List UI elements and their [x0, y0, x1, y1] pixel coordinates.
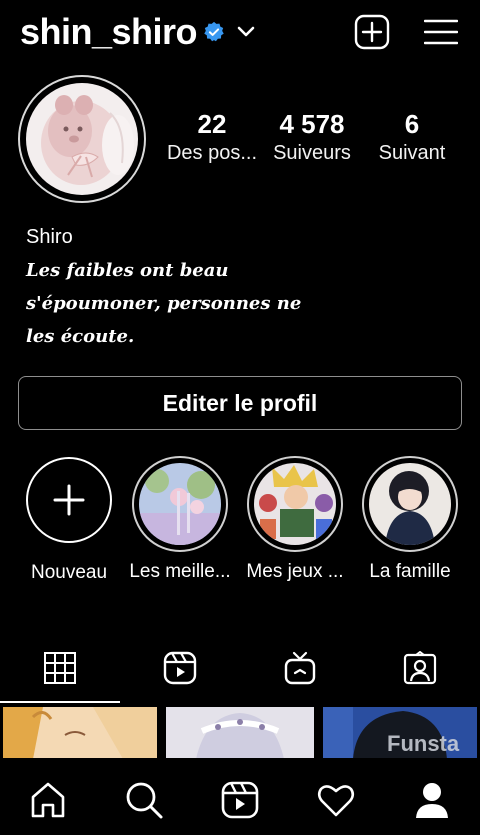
- add-post-icon[interactable]: [354, 14, 390, 50]
- avatar[interactable]: [26, 83, 138, 195]
- bio-line: Les faibles ont beau: [26, 260, 229, 281]
- highlight-thumbnail: [139, 463, 221, 545]
- tagged-icon[interactable]: [403, 651, 437, 685]
- highlight-thumbnail: [369, 463, 451, 545]
- bio-line: s'époumoner, personnes ne: [26, 293, 302, 314]
- edit-profile-button[interactable]: Editer le profil: [18, 376, 462, 430]
- add-highlight-circle[interactable]: [26, 457, 112, 543]
- posts-stat[interactable]: 22 Des pos...: [162, 108, 262, 166]
- highlight-label: Mes jeux ...: [246, 561, 344, 582]
- active-tab-indicator: [0, 701, 120, 703]
- highlight-label: La famille: [369, 561, 451, 582]
- menu-icon[interactable]: [424, 18, 458, 46]
- verified-badge-icon: [204, 21, 224, 42]
- search-icon[interactable]: [124, 780, 164, 820]
- plus-icon: [53, 484, 85, 516]
- post-thumbnail[interactable]: [3, 707, 157, 759]
- post-thumbnail[interactable]: Funsta: [323, 707, 477, 759]
- highlight-label: Nouveau: [30, 562, 108, 583]
- chevron-down-icon[interactable]: [236, 22, 256, 42]
- highlight-thumbnail: [254, 463, 336, 545]
- highlight-item[interactable]: [362, 456, 458, 552]
- highlight-item[interactable]: [247, 456, 343, 552]
- bio-line: les écoute.: [26, 326, 135, 347]
- profile-icon[interactable]: [412, 780, 452, 820]
- highlight-new[interactable]: [26, 457, 112, 543]
- grid-icon[interactable]: [43, 651, 77, 685]
- profile-name: Shiro: [26, 226, 73, 248]
- posts-count: 22: [197, 109, 227, 139]
- followers-count: 4 578: [279, 109, 345, 139]
- heart-icon[interactable]: [316, 780, 356, 820]
- reels-nav-icon[interactable]: [220, 780, 260, 820]
- username[interactable]: shin_shiro: [20, 10, 198, 54]
- highlight-label: Les meille...: [129, 561, 231, 582]
- reels-icon[interactable]: [163, 651, 197, 685]
- following-count: 6: [404, 109, 420, 139]
- profile-bio: Les faibles ont beau s'époumoner, person…: [26, 254, 326, 353]
- followers-stat[interactable]: 4 578 Suiveurs: [262, 108, 362, 166]
- following-label: Suivant: [378, 142, 446, 164]
- post-watermark: Funsta: [387, 731, 460, 756]
- post-thumbnail[interactable]: [166, 707, 314, 759]
- posts-label: Des pos...: [166, 142, 258, 164]
- following-stat[interactable]: 6 Suivant: [362, 108, 462, 166]
- home-icon[interactable]: [28, 780, 68, 820]
- followers-label: Suiveurs: [273, 142, 351, 164]
- igtv-icon[interactable]: [283, 651, 317, 685]
- highlight-item[interactable]: [132, 456, 228, 552]
